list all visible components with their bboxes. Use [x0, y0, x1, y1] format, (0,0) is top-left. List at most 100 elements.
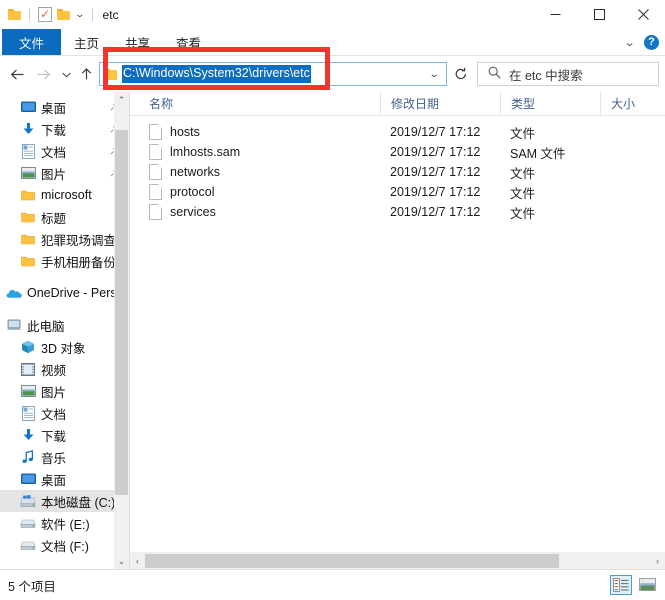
file-row[interactable]: lmhosts.sam 2019/12/7 17:12 SAM 文件 [130, 142, 665, 162]
sidebar-item-11[interactable]: 此电脑 [0, 314, 129, 336]
new-folder-icon[interactable] [57, 9, 70, 20]
file-name-label: protocol [170, 185, 215, 199]
file-icon [149, 204, 162, 220]
file-date-cell: 2019/12/7 17:12 [390, 185, 481, 199]
address-bar-row: C:\Windows\System32\drivers\etc ⌄ 在 etc … [0, 56, 665, 92]
properties-icon[interactable]: ✓ [38, 7, 52, 22]
sidebar-item-label: 文档 [41, 145, 67, 160]
pictures-icon [20, 165, 36, 181]
maximize-button[interactable] [577, 0, 621, 29]
sidebar-item-c[interactable]: 本地磁盘 (C:) [0, 490, 129, 512]
nav-group-spacer [0, 304, 129, 314]
chevron-down-icon[interactable]: ⌄ [74, 10, 85, 19]
sidebar-item-label: 桌面 [41, 101, 67, 116]
sidebar-item-label: 犯罪现场调查 [41, 233, 117, 248]
sidebar-item-label: 图片 [41, 167, 67, 182]
help-icon[interactable]: ? [644, 35, 659, 50]
file-name-cell[interactable]: networks [130, 164, 380, 180]
desktop-icon [20, 471, 36, 487]
sidebar-item-onedrive-perso[interactable]: OneDrive - Perso [0, 282, 129, 304]
sidebar-item-17[interactable]: 音乐 [0, 446, 129, 468]
file-type-cell: 文件 [510, 206, 536, 221]
up-button[interactable] [76, 60, 96, 88]
sidebar-item-f[interactable]: 文档 (F:) [0, 534, 129, 556]
address-path-text[interactable]: C:\Windows\System32\drivers\etc [122, 65, 311, 83]
search-input[interactable]: 在 etc 中搜索 [509, 65, 583, 84]
sidebar-item-label: 软件 (E:) [41, 517, 90, 532]
details-view-button[interactable] [610, 575, 632, 595]
folder-icon[interactable] [8, 9, 21, 20]
tab-share[interactable]: 共享 [112, 29, 163, 56]
horizontal-scroll-thumb[interactable] [145, 554, 560, 568]
qat-divider-2 [91, 8, 93, 21]
sidebar-item-e[interactable]: 软件 (E:) [0, 512, 129, 534]
file-name-label: networks [170, 165, 221, 179]
ribbon-divider [0, 55, 665, 56]
explorer-body: 桌面 下载 文档 图片 microsoft 标题 犯罪现场调查 手机相册备份 OneDrive … [0, 91, 665, 569]
sidebar-item-7[interactable]: 手机相册备份 [0, 250, 129, 272]
large-icons-view-button[interactable] [636, 575, 658, 595]
window-controls [533, 0, 665, 29]
file-list-horizontal-scrollbar[interactable]: ‹ › [130, 552, 665, 569]
file-row[interactable]: hosts 2019/12/7 17:12 文件 [130, 122, 665, 142]
column-header-type[interactable]: 类型 [500, 91, 600, 116]
column-header-name[interactable]: 名称 [130, 92, 380, 116]
file-name-cell[interactable]: hosts [130, 124, 380, 140]
chevron-down-icon[interactable]: ⌄ [428, 69, 439, 80]
navigation-scrollbar[interactable]: ⌃ ⌄ [114, 92, 129, 569]
sidebar-item-label: 文档 [41, 407, 67, 422]
horizontal-scroll-track[interactable] [145, 553, 650, 569]
sidebar-item-0[interactable]: 桌面 [0, 96, 129, 118]
address-bar[interactable]: C:\Windows\System32\drivers\etc ⌄ [99, 62, 447, 86]
file-row[interactable]: networks 2019/12/7 17:12 文件 [130, 162, 665, 182]
file-name-label: lmhosts.sam [170, 145, 241, 159]
refresh-button[interactable] [447, 62, 475, 86]
sidebar-item-label: 图片 [41, 385, 67, 400]
desktop-icon [20, 99, 36, 115]
sidebar-item-microsoft[interactable]: microsoft [0, 184, 129, 206]
sidebar-item-16[interactable]: 下载 [0, 424, 129, 446]
file-name-cell[interactable]: services [130, 204, 380, 220]
scroll-left-icon[interactable]: ‹ [130, 553, 145, 569]
sidebar-item-13[interactable]: 视频 [0, 358, 129, 380]
search-box[interactable]: 在 etc 中搜索 [477, 62, 659, 86]
column-header-size[interactable]: 大小 [600, 91, 665, 116]
folder-icon [104, 68, 117, 80]
file-list: hosts 2019/12/7 17:12 文件 lmhosts.sam 2019/12… [130, 116, 665, 552]
folder-icon [20, 187, 36, 203]
scroll-down-icon[interactable]: ⌄ [114, 553, 129, 569]
sidebar-item-3[interactable]: 图片 [0, 162, 129, 184]
file-type-cell: 文件 [510, 186, 536, 201]
sidebar-item-14[interactable]: 图片 [0, 380, 129, 402]
navigation-scroll-thumb[interactable] [115, 130, 128, 495]
file-name-cell[interactable]: protocol [130, 184, 380, 200]
sidebar-item-18[interactable]: 桌面 [0, 468, 129, 490]
sidebar-item-3d[interactable]: 3D 对象 [0, 336, 129, 358]
sidebar-item-label: 文档 (F:) [41, 539, 89, 554]
column-header-date-modified[interactable]: 修改日期 [380, 91, 500, 116]
recent-locations-button[interactable] [56, 60, 76, 88]
minimize-button[interactable] [533, 0, 577, 29]
file-row[interactable]: services 2019/12/7 17:12 文件 [130, 202, 665, 222]
scroll-up-icon[interactable]: ⌃ [114, 92, 129, 108]
file-icon [149, 124, 162, 140]
tab-home[interactable]: 主页 [61, 29, 112, 56]
tab-view[interactable]: 查看 [163, 29, 214, 56]
sidebar-item-1[interactable]: 下载 [0, 118, 129, 140]
scroll-right-icon[interactable]: › [650, 553, 665, 569]
tab-file[interactable]: 文件 [2, 29, 62, 56]
navigation-scroll-track[interactable] [114, 108, 129, 553]
sidebar-item-15[interactable]: 文档 [0, 402, 129, 424]
sidebar-item-label: 手机相册备份 [41, 255, 117, 270]
forward-button[interactable] [30, 60, 56, 88]
sidebar-item-6[interactable]: 犯罪现场调查 [0, 228, 129, 250]
file-name-cell[interactable]: lmhosts.sam [130, 144, 380, 160]
close-button[interactable] [621, 0, 665, 29]
sidebar-item-2[interactable]: 文档 [0, 140, 129, 162]
chevron-down-icon[interactable]: ⌄ [623, 36, 635, 49]
quick-access-toolbar: ✓ ⌄ etc [0, 7, 119, 22]
sidebar-item-5[interactable]: 标题 [0, 206, 129, 228]
documents-icon [20, 143, 36, 159]
file-row[interactable]: protocol 2019/12/7 17:12 文件 [130, 182, 665, 202]
back-button[interactable] [4, 60, 30, 88]
